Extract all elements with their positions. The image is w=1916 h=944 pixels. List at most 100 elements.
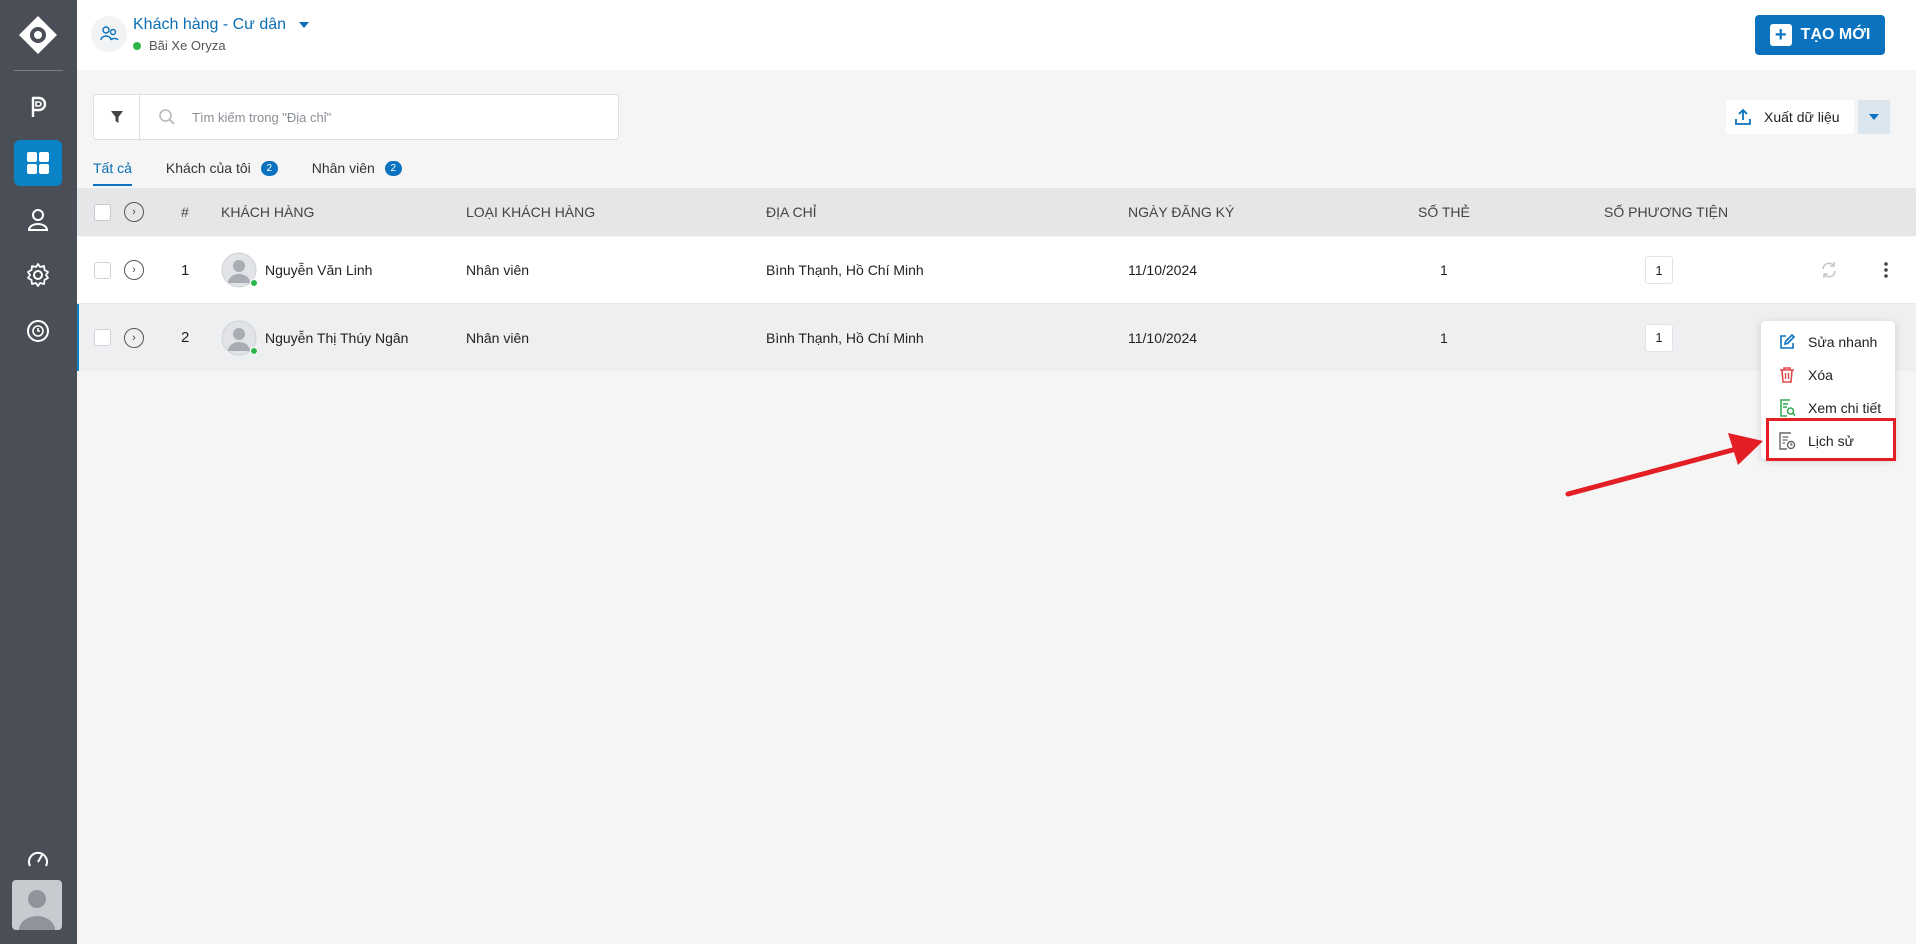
column-customer-type: LOẠI KHÁCH HÀNG (466, 204, 596, 220)
status-dot (133, 41, 141, 50)
vehicle-count-cell: 1 (1645, 237, 1673, 303)
row-checkbox[interactable] (94, 261, 111, 279)
vehicle-count: 1 (1645, 323, 1673, 352)
table-row[interactable]: › 1 Nguyễn Văn Linh Nhân viên Bình Thạnh… (77, 237, 1916, 304)
sidebar-item-dashboard[interactable] (14, 140, 62, 186)
filter-tabs: Tất cả Khách của tôi 2 Nhân viên 2 (93, 158, 402, 188)
address: Bình Thạnh, Hồ Chí Minh (766, 329, 924, 346)
expand-row-icon[interactable]: › (124, 260, 144, 280)
plus-icon: + (1769, 24, 1792, 46)
app-logo-icon[interactable] (18, 15, 58, 55)
page-header: Khách hàng - Cư dân Bãi Xe Oryza + TẠO M… (77, 0, 1916, 70)
upload-icon (1735, 108, 1751, 125)
caret-down-icon (299, 22, 310, 28)
row-checkbox[interactable] (94, 329, 111, 346)
row-index: 2 (181, 329, 190, 346)
avatar-placeholder-icon (19, 890, 55, 930)
customer-type: Nhân viên (466, 262, 530, 278)
export-control: Xuất dữ liệu (1726, 100, 1890, 134)
tab-my-customers[interactable]: Khách của tôi 2 (166, 158, 278, 178)
avatar (221, 252, 258, 288)
more-options-icon[interactable] (1883, 237, 1889, 303)
column-card-count: SỐ THẺ (1418, 204, 1470, 220)
select-all-checkbox[interactable] (94, 203, 111, 221)
expand-all-cell: › (124, 188, 144, 236)
history-clock-icon (27, 320, 49, 342)
filter-button[interactable] (94, 95, 140, 139)
user-icon (27, 209, 49, 231)
page-title-dropdown[interactable]: Khách hàng - Cư dân (133, 16, 310, 34)
sidebar-item-performance[interactable] (14, 837, 62, 883)
sidebar (0, 0, 77, 944)
filter-funnel-icon (110, 111, 123, 123)
address: Bình Thạnh, Hồ Chí Minh (766, 262, 924, 278)
menu-item-label: Xóa (1808, 366, 1833, 383)
registration-date: 11/10/2024 (1128, 329, 1198, 346)
tab-label: Tất cả (93, 160, 132, 176)
trash-icon (1780, 366, 1794, 383)
tab-all[interactable]: Tất cả (93, 158, 132, 186)
row-select-cell (94, 237, 111, 303)
customer-name: Nguyễn Văn Linh (265, 262, 373, 278)
sidebar-divider (14, 70, 63, 71)
annotation-arrow-icon (1565, 433, 1763, 497)
export-data-button[interactable]: Xuất dữ liệu (1726, 100, 1854, 134)
search-icon (159, 109, 175, 125)
expand-row-icon[interactable]: › (124, 327, 144, 348)
customer-type: Nhân viên (466, 329, 530, 346)
registration-date: 11/10/2024 (1128, 262, 1198, 278)
select-all-cell (94, 188, 111, 236)
customers-group-icon (91, 16, 127, 52)
avatar (221, 320, 258, 356)
settings-icon (27, 263, 49, 287)
tab-label: Nhân viên (311, 160, 375, 176)
customer-cell: Nguyễn Văn Linh (221, 237, 372, 303)
speed-gauge-icon (28, 851, 48, 867)
vehicle-count-cell: 1 (1645, 304, 1673, 371)
count-badge: 2 (260, 160, 278, 176)
count-badge: 2 (384, 160, 402, 176)
sidebar-item-users[interactable] (14, 196, 62, 242)
column-customer: KHÁCH HÀNG (221, 204, 315, 220)
sidebar-item-settings[interactable] (14, 252, 62, 298)
parking-icon (31, 96, 47, 117)
online-status-dot (250, 346, 258, 355)
customer-name: Nguyễn Thị Thúy Ngân (265, 329, 409, 346)
view-detail-icon (1780, 398, 1796, 417)
menu-item-delete[interactable]: Xóa (1761, 358, 1895, 391)
tab-employees[interactable]: Nhân viên 2 (312, 158, 402, 178)
menu-item-quick-edit[interactable]: Sửa nhanh (1761, 325, 1895, 358)
expand-all-icon[interactable]: › (124, 202, 144, 222)
sidebar-item-parking[interactable] (14, 84, 62, 130)
row-index: 1 (181, 261, 190, 279)
column-vehicle-count: SỐ PHƯƠNG TIỆN (1604, 204, 1729, 220)
card-count: 1 (1440, 329, 1448, 346)
table-row[interactable]: › 2 Nguyễn Thị Thúy Ngân Nhân viên Bình … (77, 304, 1916, 371)
create-new-button[interactable]: + TẠO MỚI (1755, 15, 1885, 55)
column-index: # (181, 204, 189, 220)
sidebar-item-history[interactable] (14, 308, 62, 354)
table-header: › # KHÁCH HÀNG LOẠI KHÁCH HÀNG ĐỊA CHỈ N… (77, 188, 1916, 236)
parking-lot-label: Bãi Xe Oryza (133, 38, 226, 53)
parking-lot-name: Bãi Xe Oryza (149, 38, 226, 53)
row-select-cell (94, 304, 111, 371)
vehicle-count: 1 (1645, 256, 1673, 284)
sync-icon[interactable] (1820, 237, 1838, 303)
menu-item-label: Sửa nhanh (1808, 333, 1878, 350)
menu-item-label: Xem chi tiết (1808, 399, 1882, 416)
caret-down-icon (1868, 114, 1879, 120)
search-input[interactable] (192, 105, 592, 129)
customer-cell: Nguyễn Thị Thúy Ngân (221, 304, 408, 371)
tab-label: Khách của tôi (165, 160, 251, 176)
create-new-label: TẠO MỚI (1800, 26, 1871, 43)
column-registration-date: NGÀY ĐĂNG KÝ (1128, 204, 1235, 220)
online-status-dot (250, 279, 258, 287)
page-title: Khách hàng - Cư dân (133, 16, 287, 33)
dashboard-grid-icon (27, 152, 49, 174)
row-expand-cell: › (124, 237, 144, 303)
card-count: 1 (1440, 262, 1448, 278)
edit-icon (1780, 333, 1796, 349)
search-bar (93, 94, 619, 140)
user-avatar[interactable] (12, 880, 62, 930)
export-dropdown-button[interactable] (1857, 100, 1890, 134)
